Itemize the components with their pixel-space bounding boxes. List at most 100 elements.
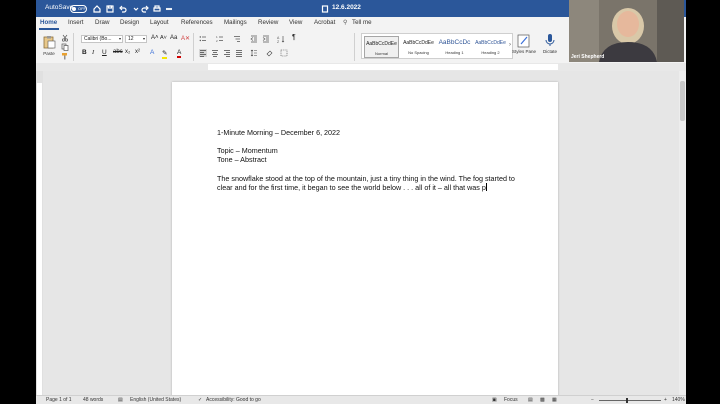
style-heading-2[interactable]: AaBbCcDdEe Heading 2 <box>473 36 508 58</box>
decrease-indent-icon[interactable] <box>250 35 258 43</box>
undo-icon[interactable] <box>119 5 127 13</box>
autosave-toggle[interactable]: OFF <box>70 5 87 13</box>
doc-body-line-2[interactable]: clear and for the first time, it began t… <box>217 183 487 192</box>
print-layout-icon[interactable]: ▩ <box>540 397 545 403</box>
text-cursor <box>485 183 487 191</box>
styles-gallery: AaBbCcDdEe Normal AaBbCcDdEe No Spacing … <box>361 33 513 59</box>
print-icon[interactable] <box>153 5 161 13</box>
tab-review[interactable]: Review <box>258 19 278 26</box>
italic-icon[interactable]: I <box>92 49 100 57</box>
style-sample: AaBbCcDdEe <box>475 40 506 46</box>
doc-topic-line[interactable]: Topic – Momentum <box>217 146 278 155</box>
autosave-state: OFF <box>78 6 86 11</box>
doc-body-line-1[interactable]: The snowflake stood at the top of the mo… <box>217 174 515 183</box>
style-normal[interactable]: AaBbCcDdEe Normal <box>364 36 399 58</box>
chevron-down-icon: ▾ <box>118 36 121 41</box>
tab-draw[interactable]: Draw <box>95 19 109 26</box>
webcam-person-image <box>569 0 684 62</box>
zoom-out-icon[interactable]: − <box>591 397 594 403</box>
bullets-icon[interactable] <box>199 35 207 43</box>
tab-acrobat[interactable]: Acrobat <box>314 19 335 26</box>
style-no-spacing[interactable]: AaBbCcDdEe No Spacing <box>401 36 436 58</box>
style-heading-1[interactable]: AaBbCcDc Heading 1 <box>437 36 472 58</box>
tab-home[interactable]: Home <box>40 19 57 26</box>
pilcrow-icon[interactable]: ¶ <box>292 34 300 42</box>
tab-design[interactable]: Design <box>120 19 139 26</box>
superscript-icon[interactable]: x² <box>135 49 143 57</box>
change-case-icon[interactable]: Aa <box>170 35 178 43</box>
font-size-combo[interactable]: 12 ▾ <box>125 35 147 43</box>
read-mode-icon[interactable]: ▤ <box>528 397 533 403</box>
ruler-text-area <box>37 83 42 395</box>
strikethrough-icon[interactable]: abc <box>113 49 123 57</box>
accessibility-icon: ✓ <box>198 397 203 403</box>
tab-insert[interactable]: Insert <box>68 19 83 26</box>
cut-icon[interactable] <box>61 34 69 42</box>
text-effects-icon[interactable]: A <box>150 49 158 57</box>
save-icon[interactable] <box>106 5 114 13</box>
status-bar: Page 1 of 1 48 words ▤ English (United S… <box>36 395 686 404</box>
zoom-slider[interactable] <box>599 400 661 401</box>
word-count[interactable]: 48 words <box>83 397 103 403</box>
tab-layout[interactable]: Layout <box>150 19 169 26</box>
home-icon[interactable] <box>93 5 101 13</box>
bold-icon[interactable]: B <box>82 49 90 57</box>
styles-pane-icon[interactable] <box>517 34 531 48</box>
horizontal-ruler[interactable] <box>36 63 686 71</box>
shrink-font-icon[interactable]: A˅ <box>160 35 168 43</box>
accessibility-status[interactable]: Accessibility: Good to go <box>206 397 261 403</box>
font-name-combo[interactable]: Calibri (Bo... ▾ <box>81 35 123 43</box>
page-count[interactable]: Page 1 of 1 <box>46 397 72 403</box>
multilevel-list-icon[interactable] <box>233 35 241 43</box>
scrollbar-thumb[interactable] <box>680 81 685 121</box>
web-layout-icon[interactable]: ▦ <box>552 397 557 403</box>
indent-icon[interactable] <box>262 35 270 43</box>
zoom-slider-knob[interactable] <box>626 398 628 403</box>
vertical-ruler[interactable] <box>36 71 43 395</box>
document-page[interactable]: 1-Minute Morning – December 6, 2022 Topi… <box>172 82 558 402</box>
language[interactable]: English (United States) <box>130 397 181 403</box>
style-name: Heading 1 <box>445 50 464 55</box>
underline-icon[interactable]: U <box>102 49 110 57</box>
numbering-icon[interactable]: 12 <box>216 35 224 43</box>
subscript-icon[interactable]: x₂ <box>125 49 133 57</box>
doc-heading-line[interactable]: 1-Minute Morning – December 6, 2022 <box>217 128 340 137</box>
doc-tone-line[interactable]: Tone – Abstract <box>217 155 267 164</box>
format-painter-icon[interactable] <box>61 52 69 60</box>
paste-label: Paste <box>43 51 55 56</box>
spellcheck-icon[interactable]: ▤ <box>118 397 123 403</box>
highlight-icon[interactable]: ✎ <box>162 49 170 59</box>
chevron-down-icon[interactable] <box>132 5 140 13</box>
chevron-right-icon[interactable]: › <box>509 42 511 48</box>
align-right-icon[interactable] <box>223 49 231 57</box>
microphone-icon[interactable] <box>543 33 557 47</box>
font-color-icon[interactable]: A <box>177 49 185 58</box>
more-icon[interactable] <box>165 5 173 13</box>
shading-icon[interactable] <box>266 49 274 57</box>
paste-icon[interactable] <box>42 35 56 49</box>
focus-mode[interactable]: Focus <box>504 397 518 403</box>
clear-formatting-icon[interactable]: A✕ <box>181 35 190 43</box>
zoom-in-icon[interactable]: + <box>664 397 667 403</box>
align-center-icon[interactable] <box>211 49 219 57</box>
justify-icon[interactable] <box>235 49 243 57</box>
lightbulb-icon: ⚲ <box>343 19 348 26</box>
svg-text:Z: Z <box>277 40 280 43</box>
tab-view[interactable]: View <box>289 19 302 26</box>
participant-name: Jeri Shepherd <box>571 54 605 60</box>
borders-icon[interactable] <box>280 49 288 57</box>
line-spacing-icon[interactable] <box>250 49 258 57</box>
vertical-scrollbar[interactable] <box>679 71 686 395</box>
document-canvas: 1-Minute Morning – December 6, 2022 Topi… <box>36 71 686 402</box>
sort-icon[interactable]: AZ <box>277 35 285 44</box>
tab-references[interactable]: References <box>181 19 213 26</box>
webcam-video: Jeri Shepherd <box>569 0 684 62</box>
align-left-icon[interactable] <box>199 49 207 57</box>
copy-icon[interactable] <box>61 43 69 51</box>
grow-font-icon[interactable]: A˄ <box>151 35 159 43</box>
word-doc-icon <box>321 5 329 13</box>
tab-mailings[interactable]: Mailings <box>224 19 247 26</box>
redo-icon[interactable] <box>141 5 149 13</box>
tell-me-search[interactable]: Tell me <box>352 19 372 26</box>
zoom-level[interactable]: 140% <box>672 397 685 403</box>
